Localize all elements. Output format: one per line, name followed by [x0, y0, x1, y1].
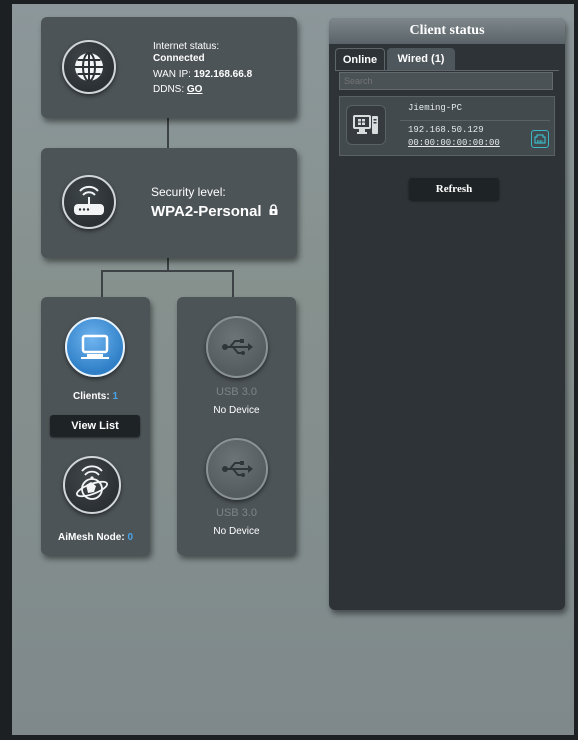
wan-ip-label: WAN IP: — [153, 69, 191, 80]
tab-online[interactable]: Online — [335, 48, 385, 71]
internet-status-value: Connected — [153, 53, 205, 64]
frame-edge — [574, 0, 578, 740]
client-divider — [400, 120, 550, 121]
router-security-card[interactable]: Security level: WPA2-Personal — [41, 148, 297, 258]
refresh-button[interactable]: Refresh — [409, 178, 499, 200]
security-level-label: Security level: — [151, 185, 226, 199]
client-search-input[interactable] — [339, 72, 553, 90]
usb-port-label: USB 3.0 — [216, 386, 257, 398]
usb-icon[interactable] — [206, 438, 268, 500]
clients-card[interactable]: Clients: 1 View List AiMesh Node: 0 — [41, 297, 150, 555]
wan-ip-row: WAN IP: 192.168.66.8 — [153, 69, 252, 80]
aimesh-count: 0 — [127, 532, 133, 543]
frame-edge — [0, 735, 578, 740]
internet-status-label: Internet status: — [153, 41, 220, 52]
ddns-go-link[interactable]: GO — [187, 84, 203, 95]
globe-icon[interactable] — [62, 40, 116, 94]
usb-status: No Device — [213, 526, 260, 537]
internet-card[interactable]: Internet status: Connected WAN IP: 192.1… — [41, 17, 297, 118]
connector-line — [167, 258, 169, 270]
ethernet-icon — [531, 130, 549, 148]
aimesh-icon[interactable] — [63, 456, 121, 514]
frame-edge — [0, 0, 12, 740]
aimesh-count-row: AiMesh Node: 0 — [41, 532, 150, 543]
aimesh-label: AiMesh Node: — [57, 532, 125, 543]
connector-line — [101, 270, 234, 272]
client-status-panel: Client status Online Wired (1) Jieming-P… — [329, 18, 565, 610]
wan-ip-value: 192.168.66.8 — [193, 69, 253, 80]
monitor-icon[interactable] — [65, 317, 125, 377]
clients-count-row: Clients: 1 — [41, 391, 150, 402]
clients-count: 1 — [112, 391, 118, 402]
router-icon[interactable] — [62, 175, 116, 229]
client-list-item[interactable]: Jieming-PC 192.168.50.129 00:00:00:00:00… — [339, 96, 555, 156]
usb-icon[interactable] — [206, 316, 268, 378]
lock-icon — [269, 202, 278, 219]
client-status-title: Client status — [329, 18, 565, 44]
app-frame: Internet status: Connected WAN IP: 192.1… — [0, 0, 578, 740]
usb-status: No Device — [213, 405, 260, 416]
connector-line — [232, 270, 234, 297]
connector-line — [167, 118, 169, 148]
connector-line — [101, 270, 103, 297]
client-mac-link[interactable]: 00:00:00:00:00:00 — [408, 138, 500, 148]
tab-wired[interactable]: Wired (1) — [387, 48, 455, 70]
security-mode: WPA2-Personal — [151, 203, 262, 220]
ddns-label: DDNS: — [153, 84, 185, 95]
usb-port-label: USB 3.0 — [216, 507, 257, 519]
windows-pc-icon — [346, 105, 386, 145]
security-level-value: WPA2-Personal — [151, 202, 278, 220]
usb-card[interactable]: USB 3.0 No Device USB 3.0 No Device — [177, 297, 296, 555]
tab-underline — [335, 70, 559, 71]
client-name: Jieming-PC — [408, 103, 463, 113]
clients-label: Clients: — [72, 391, 110, 402]
view-list-button[interactable]: View List — [50, 415, 140, 437]
ddns-row: DDNS: GO — [153, 84, 202, 95]
client-ip: 192.168.50.129 — [408, 125, 484, 135]
